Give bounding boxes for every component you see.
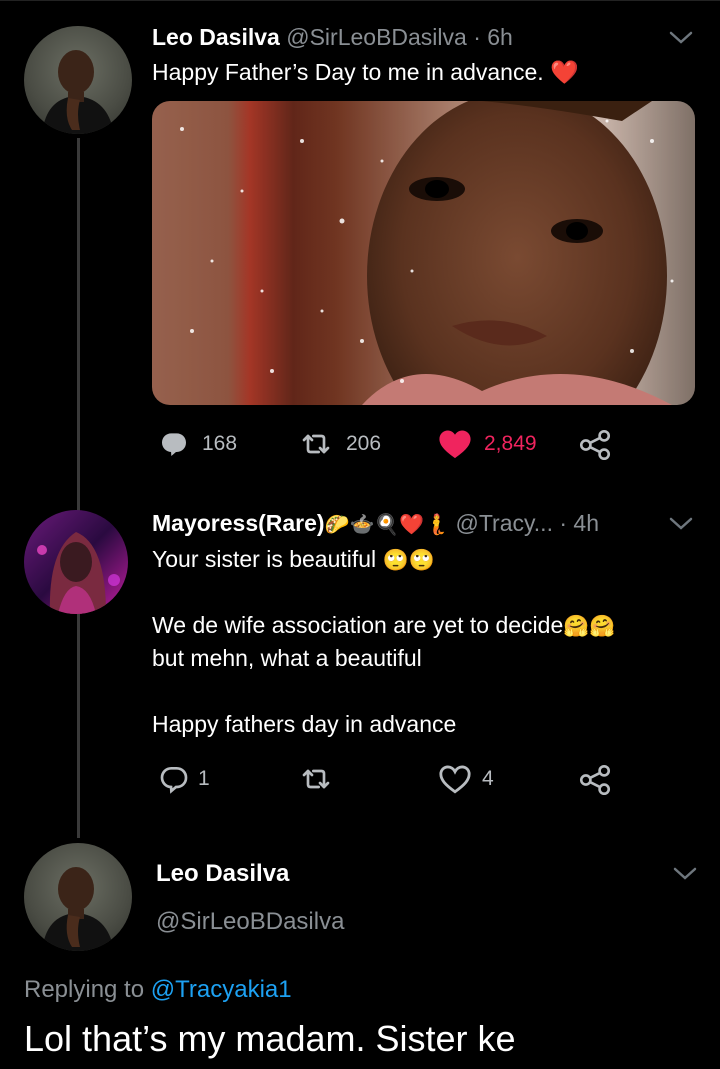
tweet2-share-action[interactable] <box>578 763 612 797</box>
share-icon <box>579 764 611 796</box>
tweet1-media-image[interactable] <box>152 101 695 405</box>
heart-outline-icon <box>439 765 471 794</box>
tweet1-text: Happy Father’s Day to me in advance. ❤️ <box>152 56 579 88</box>
retweet-icon <box>302 769 330 789</box>
avatar-leo-focused-figure <box>42 867 114 951</box>
tweet2-name-emojis: 🌮🍲🍳❤️🧜 <box>324 514 450 536</box>
tweet3-menu-chevron-icon[interactable] <box>672 866 698 882</box>
tweet2-text-line3: but mehn, what a beautiful <box>152 645 422 671</box>
tweet1-author-name[interactable]: Leo Dasilva <box>152 24 280 50</box>
tweet1-text-content: Happy Father’s Day to me in advance. <box>152 59 544 85</box>
tweet2-header: Mayoress(Rare)🌮🍲🍳❤️🧜 @Tracy... · 4h <box>152 510 599 537</box>
tweet2-author-name[interactable]: Mayoress(Rare) <box>152 510 325 536</box>
tweet1-like-count: 2,849 <box>484 432 537 455</box>
retweet-icon <box>302 434 330 454</box>
avatar-leo[interactable] <box>24 26 132 134</box>
tweet1-menu-chevron-icon[interactable] <box>668 30 694 46</box>
avatar-leo-focused[interactable] <box>24 843 132 951</box>
replying-to-handle-link[interactable]: @Tracyakia1 <box>151 976 292 1003</box>
tweet2-reply-action[interactable]: 1 <box>158 763 210 795</box>
tweet1-share-action[interactable] <box>578 428 612 462</box>
tweet2-line1-text: Your sister is beautiful <box>152 546 377 572</box>
tweet1-reply-count: 168 <box>202 432 238 455</box>
tweet1-like-action[interactable]: 2,849 <box>438 428 537 460</box>
tweet2-line2-text: We de wife association are yet to decide <box>152 612 564 638</box>
top-divider <box>0 0 720 1</box>
replying-to-prefix: Replying to <box>24 976 145 1003</box>
heart-filled-icon <box>439 430 471 459</box>
avatar-mayoress-figure <box>37 532 120 614</box>
tweet2-like-action[interactable]: 4 <box>438 763 494 795</box>
reply-icon <box>162 433 186 456</box>
eye-roll-emojis: 🙄🙄 <box>382 549 435 572</box>
tweet2-text-line4: Happy fathers day in advance <box>152 711 457 737</box>
tweet2-reply-count: 1 <box>198 767 210 790</box>
tweet2-text-line2: We de wife association are yet to decide… <box>152 609 616 643</box>
tweet3-author-name[interactable]: Leo Dasilva <box>156 860 289 888</box>
tweet1-header: Leo Dasilva @SirLeoBDasilva · 6h <box>152 24 513 51</box>
tweet2-menu-chevron-icon[interactable] <box>668 516 694 532</box>
tweet2-like-count: 4 <box>482 767 494 790</box>
tweet2-handle-time[interactable]: @Tracy... · 4h <box>456 510 599 536</box>
reply-icon <box>160 767 188 794</box>
tweet1-retweet-count: 206 <box>346 432 382 455</box>
tweet3-handle[interactable]: @SirLeoBDasilva <box>156 908 344 936</box>
tweet1-handle-time[interactable]: @SirLeoBDasilva · 6h <box>286 24 513 50</box>
tweet1-reply-action[interactable]: 168 <box>158 428 237 460</box>
tweet1-media-illustration <box>152 101 695 405</box>
avatar-mayoress[interactable] <box>24 510 128 614</box>
replying-to: Replying to @Tracyakia1 <box>24 976 292 1004</box>
tweet3-text: Lol that’s my madam. Sister ke <box>24 1018 516 1059</box>
heart-emoji: ❤️ <box>550 59 579 85</box>
share-icon <box>579 429 611 461</box>
avatar-leo-figure <box>42 50 114 134</box>
thread-line <box>77 138 80 838</box>
tweet1-retweet-action[interactable]: 206 <box>298 428 381 460</box>
hug-emojis: 🤗🤗 <box>563 615 616 638</box>
tweet2-retweet-action[interactable] <box>298 763 346 795</box>
tweet2-text-line1: Your sister is beautiful 🙄🙄 <box>152 543 435 577</box>
